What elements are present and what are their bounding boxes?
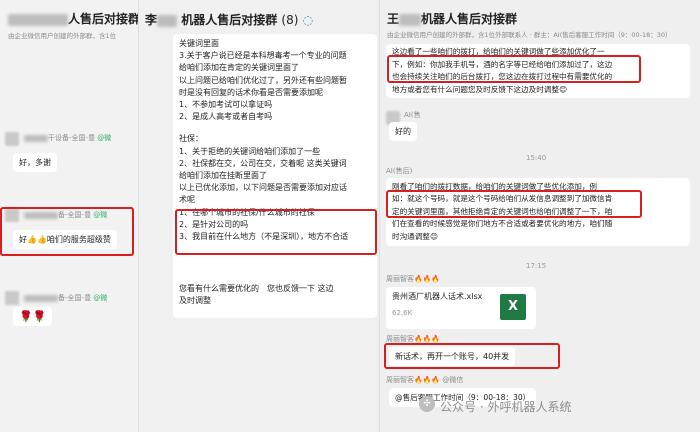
message-line: 下，例如：你加我手机号，酒的名字等已经给咱们添加过了，这边 <box>392 59 613 69</box>
message-bubble[interactable]: 新话术，再开一个账号，40并发 <box>389 347 516 366</box>
avatar[interactable] <box>5 291 19 305</box>
chat-subtitle: 由企业微信用户创建的外部群，含1位外部联系人 · 群主：AI(售后客服工作时间（… <box>387 31 672 39</box>
sender-name: 周丽智客🔥🔥🔥 <box>386 275 441 283</box>
message-line: 以上已优化添加，以下问题是否需要添加对应话 <box>179 183 347 193</box>
message-line: 2、社保都在交，公司在交，交着呢 这类关键词 <box>179 158 347 168</box>
sender-name: 周丽智客🔥🔥🔥 @微信 <box>386 376 464 384</box>
message-line: 1、在哪个城市的社保/什么城市的社保 <box>179 207 315 217</box>
excel-icon: X <box>500 294 526 320</box>
message-line: 2、是针对公司的吗 <box>179 219 249 229</box>
message-bubble[interactable]: 好的 <box>389 122 417 141</box>
message-line: 给咱们添加在挂断里面了 <box>179 171 267 181</box>
loading-icon: ◌ <box>302 13 314 27</box>
message-line: 时沟通调整😊 <box>392 231 438 241</box>
message-line: 刚看了咱们的拨打数据，给咱们的关键词做了些优化添加，例 <box>392 182 598 191</box>
message-line: 3、我目前在什么地方（不是深圳），地方不合适 <box>179 232 349 242</box>
message-line: 定的关键词里面，其他拒绝肯定的关键词也给咱们调整了一下，咱 <box>392 206 613 216</box>
chat-subtitle: 由企业微信用户创建的外部群，含1位 <box>8 32 117 40</box>
message-line: 这边看了一些咱们的拨打，给咱们的关键词做了些添加优化了一 <box>392 47 605 56</box>
message-line: 您看有什么需要优化的 您也反馈一下 这边 <box>179 284 334 294</box>
chat-pane-middle: 李 机器人售后对接群 (8) ◌ 关键词里面 3.关于客户说已经是本科想毒考一个专… <box>138 0 378 432</box>
message-bubble[interactable]: 🌹🌹 <box>13 307 53 326</box>
chat-title: 王机器人售后对接群 <box>387 12 518 26</box>
message-line: 时是没有回复的话术你看是否需要添加呢 <box>179 87 323 97</box>
sender-name: 备-全国-豊 @微 <box>24 293 107 303</box>
chat-pane-left: 人售后对接群 由企业微信用户创建的外部群，含1位 干设备-全国-豊 @微 好，多… <box>0 0 138 432</box>
message-line: 给咱们添加在肯定的关键词里面了 <box>179 63 299 73</box>
sender-name: AI(售后) <box>386 167 413 175</box>
wechat-official-account-icon: ✣ <box>419 396 435 412</box>
chat-title: 李 机器人售后对接群 (8) ◌ <box>145 13 314 27</box>
sender-name: 备-全国-豊 @微 <box>24 210 107 220</box>
smile-emoji-icon: 😊 <box>429 231 438 241</box>
message-text-block: 关键词里面 3.关于客户说已经是本科想毒考一个专业的问题 给咱们添加在肯定的关键词里… <box>179 38 371 123</box>
message-line: 社保： <box>179 134 203 144</box>
message-line: 2、是成人高考或者自考吗 <box>179 112 273 122</box>
chat-title: 人售后对接群 <box>8 10 138 27</box>
message-line: 们在查看的时候感觉是你们地方不合适或者要优化的地方，咱们随 <box>392 219 613 229</box>
message-line: 1、关于拒绝的关键词给咱们添加了一些 <box>179 146 321 156</box>
file-message[interactable]: 贵州酒厂机器人话术.xlsx 62.6K X <box>386 287 536 329</box>
watermark: 公众号 · 外呼机器人系统 <box>440 400 572 414</box>
message-line: 术呢 <box>179 195 195 205</box>
message-text-block: 1、在哪个城市的社保/什么城市的社保 2、是针对公司的吗 3、我目前在什么地方（不是… <box>179 207 371 244</box>
sender-name: 干设备-全国-豊 @微 <box>24 133 111 143</box>
message-line: 地方或者您有什么问题您及时反馈下这边及时调整😊 <box>392 84 567 94</box>
message-bubble[interactable]: 好，多谢 <box>13 153 57 172</box>
message-text-block: 社保： 1、关于拒绝的关键词给咱们添加了一些 2、社保都在交，公司在交，交着呢 这类… <box>179 133 371 206</box>
message-line: 1、不参加考试可以拿证吗 <box>179 100 273 110</box>
timestamp: 17:15 <box>526 262 547 270</box>
timestamp: 15:40 <box>526 154 547 162</box>
message-line: 及时调整 <box>179 296 211 306</box>
smile-emoji-icon: 😊 <box>559 84 567 94</box>
message-bubble[interactable]: 好👍👍咱们的服务超级赞 <box>13 230 117 249</box>
message-line: 也会持续关注咱们的后台拨打，您这边在拨打过程中有需要优化的 <box>392 72 613 82</box>
avatar[interactable] <box>5 208 19 222</box>
message-text-block: 您看有什么需要优化的 您也反馈一下 这边 及时调整 <box>179 283 371 307</box>
message-line: 以上问题已给咱们优化过了，另外还有些问题暂 <box>179 75 347 85</box>
blurred-name <box>8 13 68 26</box>
message-line: 3.关于客户说已经是本科想毒考一个专业的问题 <box>179 51 347 61</box>
message-bubble[interactable]: 刚看了咱们的拨打数据，给咱们的关键词做了些优化添加，例如：就这个号码，就是这个号… <box>386 178 690 247</box>
chat-pane-right: 王机器人售后对接群 由企业微信用户创建的外部群，含1位外部联系人 · 群主：AI… <box>379 0 700 432</box>
sender-name: AI(售 <box>404 111 421 119</box>
sender-name: 周丽智客🔥🔥🔥 <box>386 335 441 343</box>
message-line: 关键词里面 <box>179 39 219 48</box>
message-line: 如：就这个号码，就是这个号码给咱们从发信息调整到了加微信肯 <box>392 194 613 204</box>
message-bubble[interactable]: 这边看了一些咱们的拨打，给咱们的关键词做了些添加优化了一 下，例如：你加我手机号，… <box>386 44 690 99</box>
avatar[interactable] <box>5 132 19 146</box>
message-bubble[interactable]: 关键词里面 3.关于客户说已经是本科想毒考一个专业的问题 给咱们添加在肯定的关键词里… <box>173 34 377 318</box>
